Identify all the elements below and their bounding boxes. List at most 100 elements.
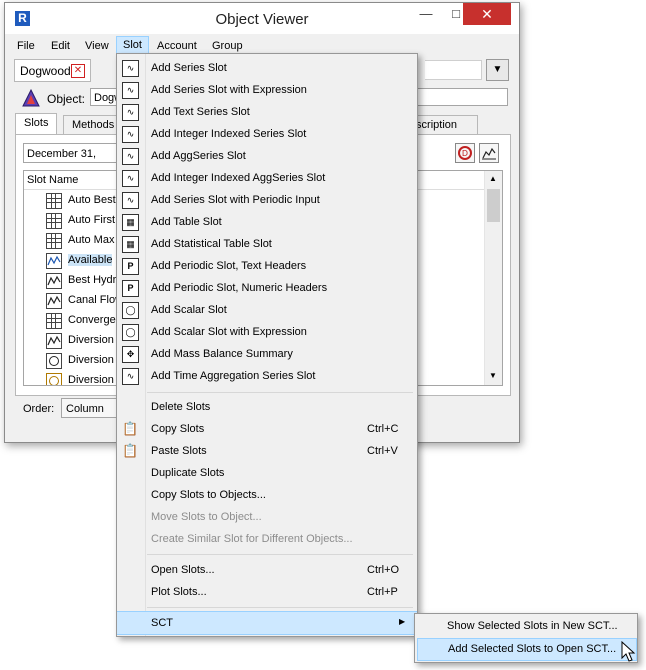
no-entry-icon[interactable]: D xyxy=(455,143,475,163)
menu-item-show-selected-slots-new-sct[interactable]: Show Selected Slots in New SCT... xyxy=(417,616,635,637)
menu-file[interactable]: File xyxy=(11,38,41,55)
series-icon xyxy=(46,333,62,349)
menu-item-create-similar-slot: Create Similar Slot for Different Object… xyxy=(117,528,417,550)
table-icon xyxy=(46,193,62,209)
menu-item-add-series-slot-periodic-input[interactable]: ∿ Add Series Slot with Periodic Input xyxy=(117,189,417,211)
tab-strip xyxy=(425,60,482,80)
menu-item-label: Copy Slots xyxy=(151,423,205,435)
menu-item-label: Add Series Slot with Periodic Input xyxy=(151,194,320,206)
periodic-input-icon: ∿ xyxy=(122,192,139,209)
scalar-slot-icon: ◯ xyxy=(122,302,139,319)
menu-item-label: Add Scalar Slot with Expression xyxy=(151,326,307,338)
title-bar[interactable]: R Object Viewer — □ ✕ xyxy=(5,3,519,34)
agg-series-icon: ∿ xyxy=(122,148,139,165)
slot-name: Canal Flow xyxy=(68,294,124,306)
menu-separator xyxy=(147,607,413,608)
order-label: Order: xyxy=(23,403,55,415)
menu-item-add-integer-indexed-series-slot[interactable]: ∿ Add Integer Indexed Series Slot xyxy=(117,123,417,145)
statistical-table-icon: ▦ xyxy=(122,236,139,253)
svg-text:D: D xyxy=(462,149,468,158)
menu-item-label: Add Mass Balance Summary xyxy=(151,348,293,360)
tab-methods[interactable]: Methods xyxy=(63,115,124,135)
copy-icon: 📋 xyxy=(122,421,139,436)
scroll-up-icon[interactable]: ▲ xyxy=(489,174,497,183)
menu-item-add-time-aggregation-series-slot[interactable]: ∿ Add Time Aggregation Series Slot xyxy=(117,365,417,387)
menu-item-add-selected-slots-open-sct[interactable]: Add Selected Slots to Open SCT... xyxy=(417,638,637,661)
close-tab-icon[interactable]: ✕ xyxy=(71,64,85,78)
close-window-button[interactable]: ✕ xyxy=(463,3,511,25)
mass-balance-icon: ✥ xyxy=(122,346,139,363)
slot-name: Auto Max xyxy=(68,234,115,246)
expression-icon xyxy=(46,353,62,369)
list-scrollbar[interactable]: ▲ ▼ xyxy=(484,171,502,385)
menu-item-open-slots[interactable]: Open Slots... Ctrl+O xyxy=(117,559,417,581)
menu-item-label: Create Similar Slot for Different Object… xyxy=(151,533,353,545)
series-icon xyxy=(46,273,62,289)
slot-menu: ∿ Add Series Slot ∿ Add Series Slot with E… xyxy=(116,53,418,637)
minimize-icon[interactable]: — xyxy=(409,3,443,25)
menu-item-add-mass-balance-summary[interactable]: ✥ Add Mass Balance Summary xyxy=(117,343,417,365)
menu-item-copy-slots[interactable]: 📋 Copy Slots Ctrl+C xyxy=(117,418,417,440)
object-tab-label: Dogwood xyxy=(20,64,71,78)
menu-item-label: Add Series Slot xyxy=(151,62,227,74)
menu-item-label: Add Integer Indexed AggSeries Slot xyxy=(151,172,326,184)
series-icon xyxy=(46,293,62,309)
series-slot-icon: ∿ xyxy=(122,60,139,77)
slot-name: Auto Best xyxy=(68,194,116,206)
menu-item-copy-slots-to-objects[interactable]: Copy Slots to Objects... xyxy=(117,484,417,506)
menu-item-add-periodic-slot-numeric-headers[interactable]: P Add Periodic Slot, Numeric Headers xyxy=(117,277,417,299)
menu-item-label: SCT xyxy=(151,617,173,629)
menu-item-add-series-slot[interactable]: ∿ Add Series Slot xyxy=(117,57,417,79)
tab-slots[interactable]: Slots xyxy=(15,113,58,135)
plot-icon[interactable] xyxy=(479,143,499,163)
menu-item-add-statistical-table-slot[interactable]: ▦ Add Statistical Table Slot xyxy=(117,233,417,255)
menu-item-add-aggseries-slot[interactable]: ∿ Add AggSeries Slot xyxy=(117,145,417,167)
object-tab[interactable]: Dogwood ✕ xyxy=(14,59,91,82)
shortcut-label: Ctrl+O xyxy=(367,564,400,576)
menu-item-label: Move Slots to Object... xyxy=(151,511,262,523)
object-label: Object: xyxy=(47,92,86,106)
menu-item-label: Add Scalar Slot xyxy=(151,304,227,316)
menu-item-label: Duplicate Slots xyxy=(151,467,225,479)
menu-item-label: Add Text Series Slot xyxy=(151,106,250,118)
menu-item-sct[interactable]: SCT ▶ xyxy=(117,611,417,635)
time-aggregation-icon: ∿ xyxy=(122,368,139,385)
menu-item-delete-slots[interactable]: Delete Slots xyxy=(117,396,417,418)
shortcut-label: Ctrl+V xyxy=(367,445,398,457)
menu-item-label: Add Table Slot xyxy=(151,216,222,228)
slot-name: Best Hydr xyxy=(68,274,117,286)
scrollbar-thumb[interactable] xyxy=(487,189,500,222)
menu-item-add-table-slot[interactable]: ▦ Add Table Slot xyxy=(117,211,417,233)
menu-item-add-periodic-slot-text-headers[interactable]: P Add Periodic Slot, Text Headers xyxy=(117,255,417,277)
menu-separator xyxy=(147,392,413,393)
tab-list-dropdown-button[interactable]: ▼ xyxy=(486,59,509,81)
menu-item-label: Add AggSeries Slot xyxy=(151,150,246,162)
table-icon xyxy=(46,233,62,249)
sct-submenu: Show Selected Slots in New SCT... Add Se… xyxy=(414,613,638,663)
date-field[interactable]: December 31, 2017 xyxy=(23,143,123,163)
menu-item-add-text-series-slot[interactable]: ∿ Add Text Series Slot xyxy=(117,101,417,123)
integer-series-icon: ∿ xyxy=(122,126,139,143)
shortcut-label: Ctrl+C xyxy=(367,423,399,435)
menu-item-paste-slots[interactable]: 📋 Paste Slots Ctrl+V xyxy=(117,440,417,462)
menu-item-label: Add Periodic Slot, Text Headers xyxy=(151,260,307,272)
menu-item-label: Add Statistical Table Slot xyxy=(151,238,272,250)
menu-item-label: Delete Slots xyxy=(151,401,211,413)
menu-item-add-series-slot-expression[interactable]: ∿ Add Series Slot with Expression xyxy=(117,79,417,101)
menu-edit[interactable]: Edit xyxy=(45,38,76,55)
menu-item-plot-slots[interactable]: Plot Slots... Ctrl+P xyxy=(117,581,417,603)
scroll-down-icon[interactable]: ▼ xyxy=(489,371,497,380)
submenu-arrow-icon: ▶ xyxy=(399,617,406,626)
menu-item-duplicate-slots[interactable]: Duplicate Slots xyxy=(117,462,417,484)
menu-item-label: Plot Slots... xyxy=(151,586,207,598)
menu-item-label: Show Selected Slots in New SCT... xyxy=(447,620,618,632)
menu-item-add-integer-indexed-aggseries-slot[interactable]: ∿ Add Integer Indexed AggSeries Slot xyxy=(117,167,417,189)
menu-separator xyxy=(147,554,413,555)
menu-view[interactable]: View xyxy=(79,38,115,55)
slot-name: Converge xyxy=(68,314,116,326)
order-select[interactable]: Column Sort xyxy=(61,398,121,418)
menu-item-label: Add Integer Indexed Series Slot xyxy=(151,128,307,140)
periodic-text-icon: P xyxy=(122,258,139,275)
menu-item-add-scalar-slot-expression[interactable]: ◯ Add Scalar Slot with Expression xyxy=(117,321,417,343)
menu-item-add-scalar-slot[interactable]: ◯ Add Scalar Slot xyxy=(117,299,417,321)
